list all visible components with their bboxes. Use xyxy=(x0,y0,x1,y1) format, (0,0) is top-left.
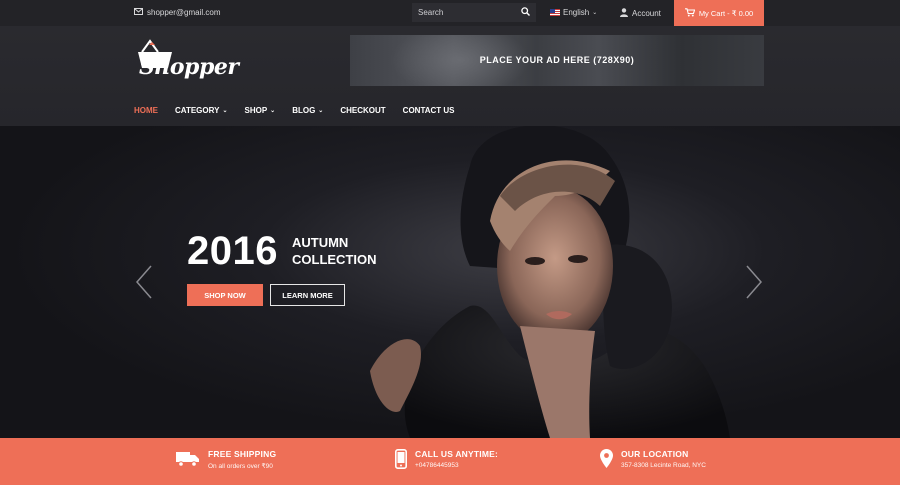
cart-icon xyxy=(684,7,696,19)
nav-item-checkout[interactable]: CHECKOUT xyxy=(340,106,385,115)
hero-title-line-1: AUTUMN xyxy=(292,235,349,250)
slider-next-arrow-icon[interactable] xyxy=(744,264,764,300)
chevron-down-icon: ⌄ xyxy=(318,108,324,114)
nav-item-shop[interactable]: SHOP ⌄ xyxy=(244,106,275,115)
email-text: shopper@gmail.com xyxy=(147,8,221,17)
feature-title: OUR LOCATION xyxy=(621,449,689,459)
search-box xyxy=(412,3,536,22)
account-link[interactable]: Account xyxy=(620,8,661,19)
envelope-icon xyxy=(134,8,143,17)
feature-location: OUR LOCATION 357-8308 Lecinte Road, NYC xyxy=(600,449,706,469)
language-selector[interactable]: English ⌄ xyxy=(550,8,597,17)
email-contact[interactable]: shopper@gmail.com xyxy=(134,8,220,17)
learn-more-button[interactable]: LEARN MORE xyxy=(270,284,345,306)
feature-subtitle: 357-8308 Lecinte Road, NYC xyxy=(621,462,706,469)
nav-item-label: BLOG xyxy=(292,106,316,115)
slider-prev-arrow-icon[interactable] xyxy=(134,264,154,300)
search-icon[interactable] xyxy=(521,7,530,18)
us-flag-icon xyxy=(550,9,560,16)
user-icon xyxy=(620,8,628,19)
feature-subtitle: On all orders over ₹90 xyxy=(208,463,273,470)
ad-banner[interactable]: PLACE YOUR AD HERE (728X90) xyxy=(350,35,764,86)
site-header: Shopper PLACE YOUR AD HERE (728X90) HOME… xyxy=(0,26,900,126)
map-pin-icon xyxy=(600,449,613,468)
shop-now-button[interactable]: SHOP NOW xyxy=(187,284,263,306)
feature-title: CALL US ANYTIME: xyxy=(415,449,499,459)
nav-item-label: CHECKOUT xyxy=(340,106,386,115)
nav-item-home[interactable]: HOME xyxy=(134,106,158,115)
chevron-down-icon: ⌄ xyxy=(222,108,228,114)
search-input[interactable] xyxy=(418,8,508,17)
logo-wordmark: Shopper xyxy=(139,54,239,80)
hero-title: AUTUMN COLLECTION xyxy=(292,234,377,268)
nav-item-label: CATEGORY xyxy=(175,106,220,115)
nav-item-label: HOME xyxy=(134,106,158,115)
truck-icon xyxy=(176,452,199,467)
chevron-down-icon: ⌄ xyxy=(592,10,598,16)
hero-title-line-2: COLLECTION xyxy=(292,252,377,267)
ad-banner-text: PLACE YOUR AD HERE (728X90) xyxy=(479,55,635,65)
hero-year: 2016 xyxy=(187,229,278,273)
site-logo[interactable]: Shopper xyxy=(134,38,239,90)
features-bar: FREE SHIPPING On all orders over ₹90 CAL… xyxy=(0,438,900,485)
page: shopper@gmail.com English ⌄ Account My C… xyxy=(0,0,900,485)
nav-item-contact-us[interactable]: CONTACT US xyxy=(403,106,455,115)
main-nav: HOME CATEGORY ⌄ SHOP ⌄ BLOG ⌄ CHECKOUT C… xyxy=(134,106,472,115)
cart-button[interactable]: My Cart - ₹ 0.00 xyxy=(674,0,764,26)
chevron-down-icon: ⌄ xyxy=(270,108,276,114)
account-label: Account xyxy=(632,9,661,18)
feature-call-us: CALL US ANYTIME: +04786445953 xyxy=(395,449,498,469)
feature-title: FREE SHIPPING xyxy=(208,449,277,459)
nav-item-label: SHOP xyxy=(244,106,268,115)
feature-subtitle: +04786445953 xyxy=(415,462,459,469)
hero-model-image xyxy=(370,126,730,438)
feature-free-shipping: FREE SHIPPING On all orders over ₹90 xyxy=(176,449,276,470)
top-bar: shopper@gmail.com English ⌄ Account My C… xyxy=(0,0,900,26)
hero-slider: 2016 AUTUMN COLLECTION SHOP NOW LEARN MO… xyxy=(0,126,900,438)
nav-item-blog[interactable]: BLOG ⌄ xyxy=(292,106,323,115)
nav-item-label: CONTACT US xyxy=(402,106,455,115)
cart-label: My Cart - ₹ 0.00 xyxy=(698,8,754,18)
language-label: English xyxy=(563,8,590,17)
phone-icon xyxy=(395,449,407,469)
nav-item-category[interactable]: CATEGORY ⌄ xyxy=(175,106,227,115)
